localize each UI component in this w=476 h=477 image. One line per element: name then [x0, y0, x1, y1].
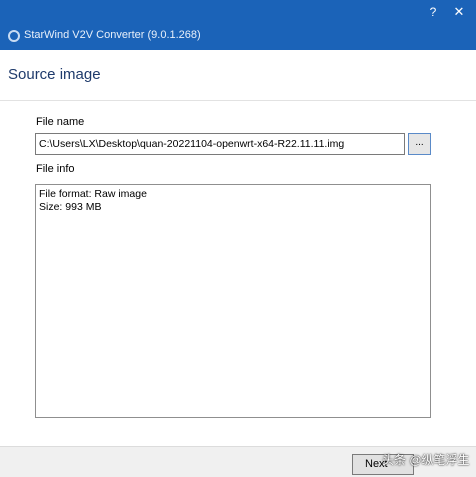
- converter-window: StarWind V2V Converter (9.0.1.268) ? ✕ S…: [0, 0, 476, 477]
- title-bar[interactable]: StarWind V2V Converter (9.0.1.268) ? ✕: [0, 0, 476, 50]
- app-icon: [8, 30, 20, 42]
- close-icon[interactable]: ✕: [450, 4, 468, 20]
- window-title: StarWind V2V Converter (9.0.1.268): [24, 29, 201, 41]
- browse-button[interactable]: ...: [408, 133, 431, 155]
- file-name-input[interactable]: C:\Users\LX\Desktop\quan-20221104-openwr…: [35, 133, 405, 155]
- file-size-text: Size: 993 MB: [39, 201, 102, 213]
- help-button[interactable]: ?: [424, 4, 442, 20]
- header-divider: [0, 100, 476, 101]
- file-info-label: File info: [36, 163, 75, 175]
- watermark-text: 头条 @纵笔浮生: [382, 453, 470, 467]
- file-name-label: File name: [36, 116, 85, 128]
- page-title: Source image: [8, 66, 101, 83]
- file-format-text: File format: Raw image: [39, 188, 147, 200]
- file-info-box[interactable]: File format: Raw image Size: 993 MB: [35, 184, 431, 418]
